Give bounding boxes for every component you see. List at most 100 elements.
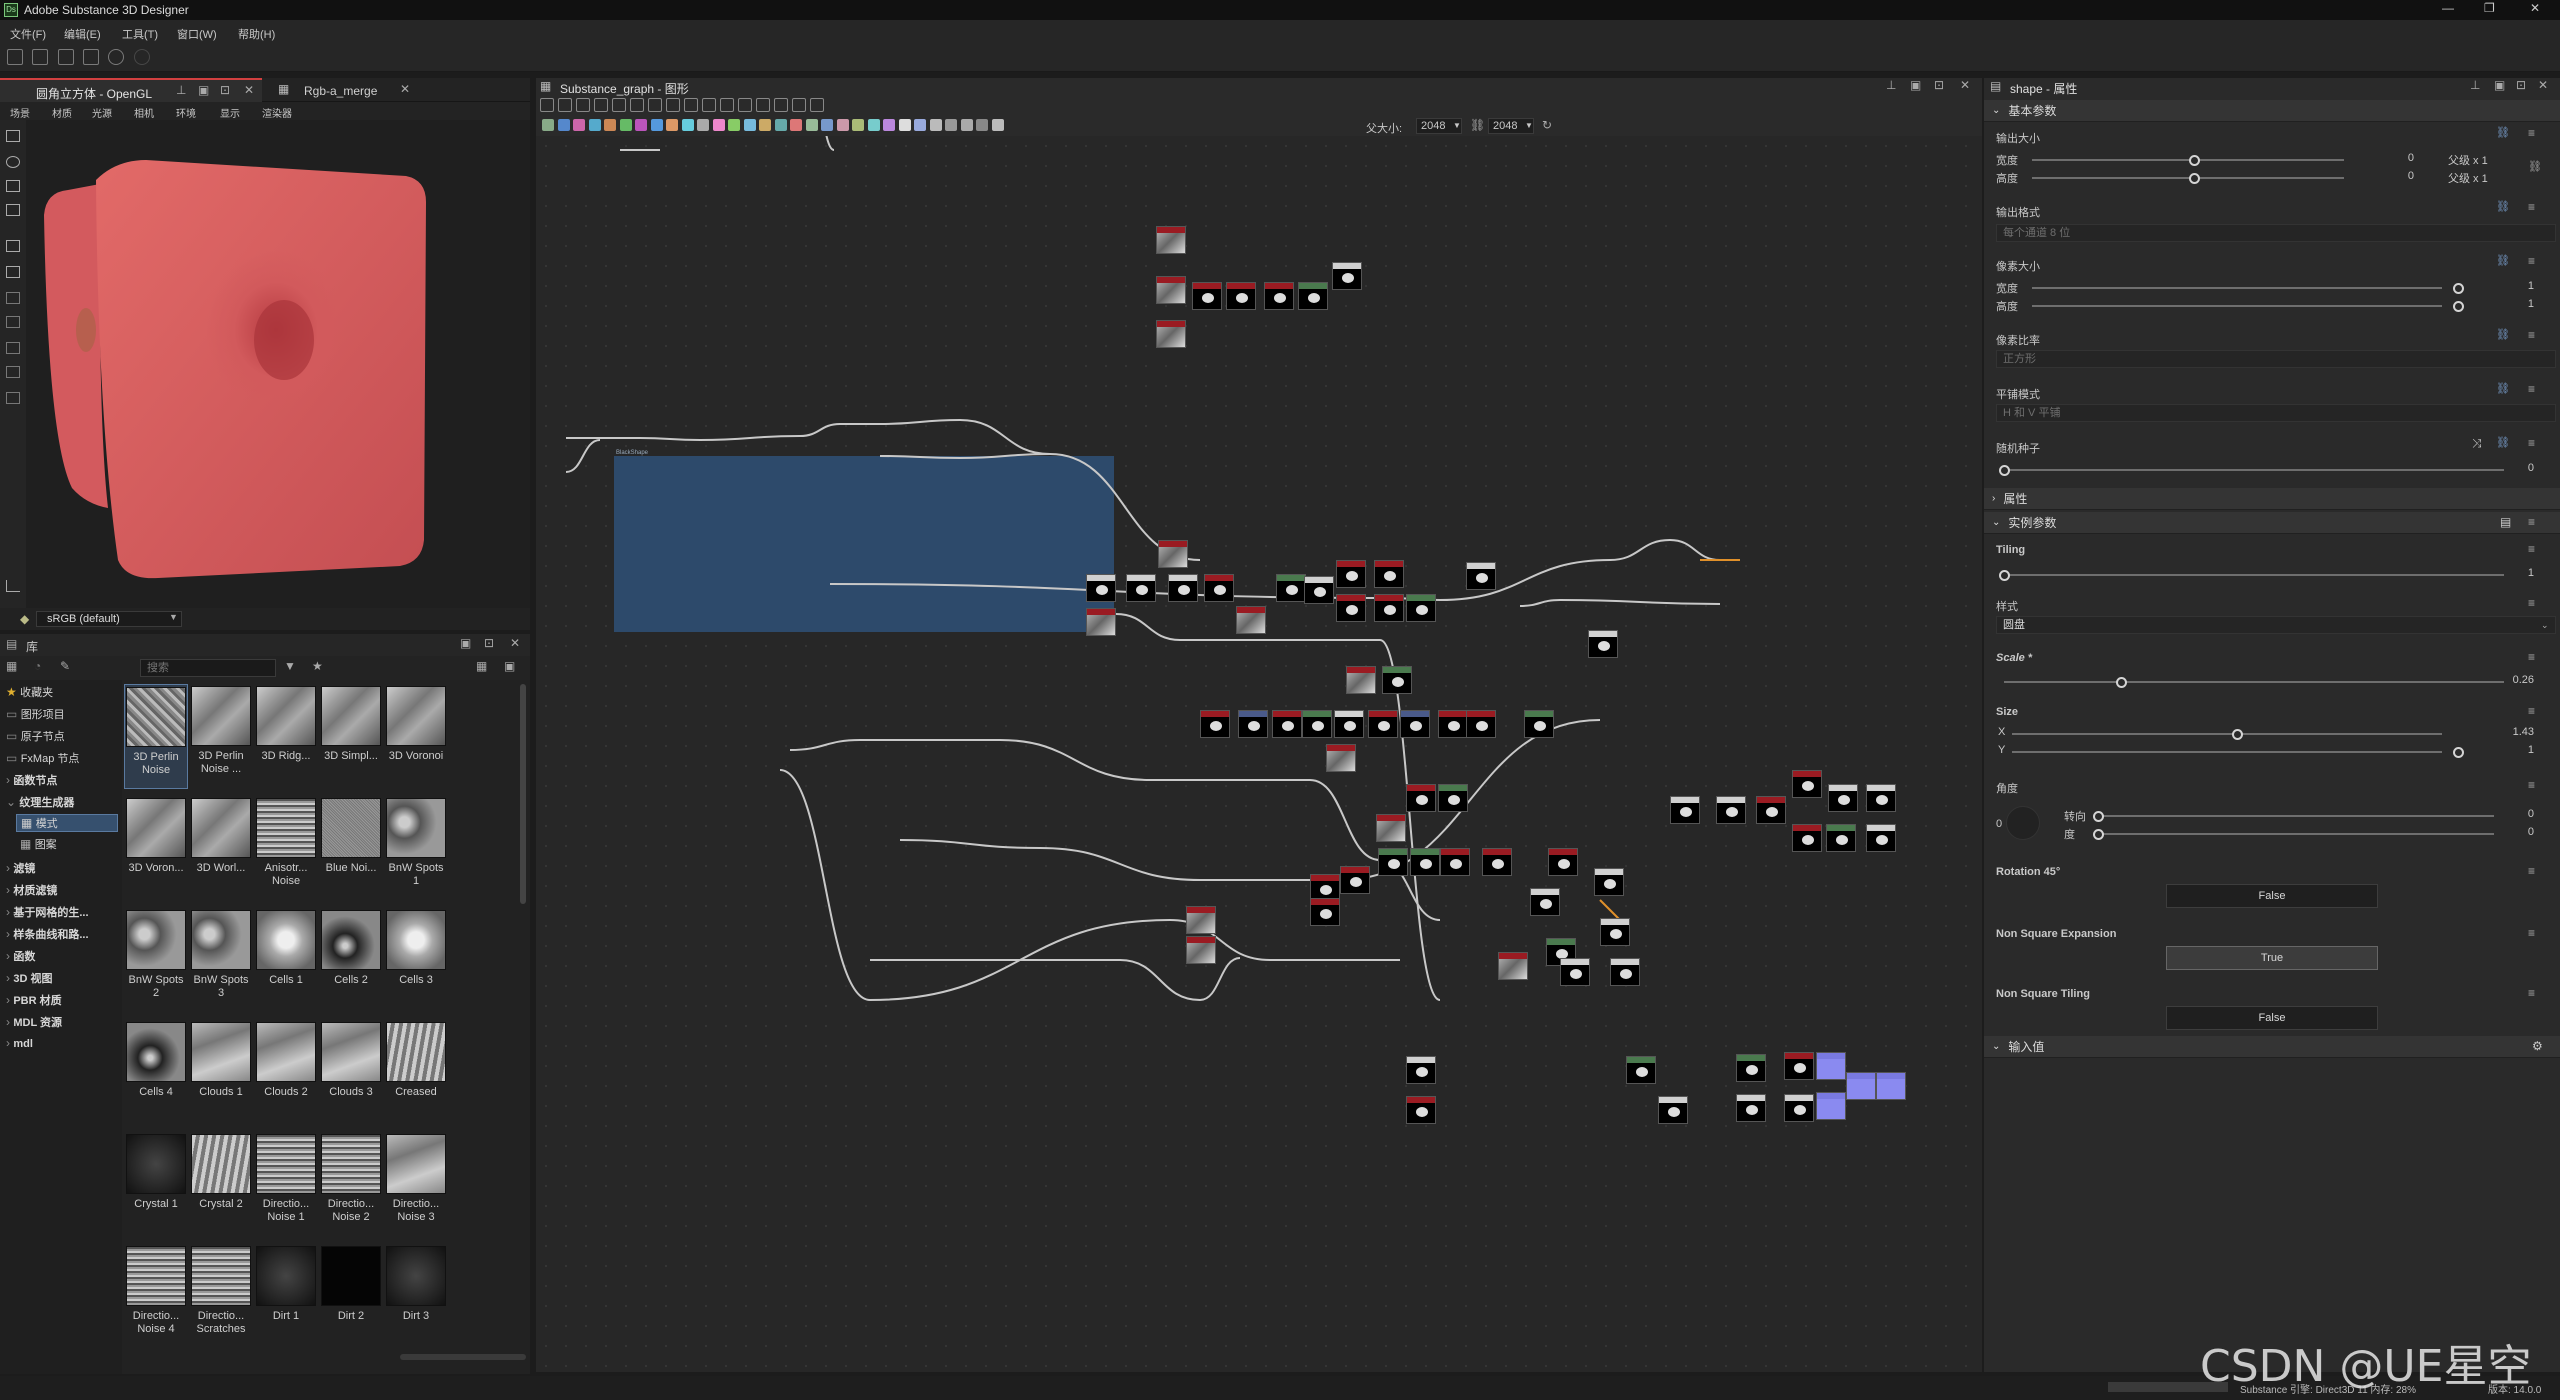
link-icon[interactable]: ⛓ [1470, 118, 1485, 132]
angle-dial[interactable] [2006, 806, 2040, 840]
size-y-knob[interactable] [2453, 747, 2464, 758]
atomic-node-icon[interactable] [697, 119, 709, 131]
library-item[interactable]: Cells 2 [319, 908, 383, 1013]
size-x-slider[interactable] [2012, 733, 2442, 735]
atomic-node-icon[interactable] [666, 119, 678, 131]
graph-tool-icon[interactable] [810, 98, 824, 112]
section-basic-params[interactable]: ⌄ 基本参数 [1984, 100, 2560, 122]
graph-node[interactable] [1588, 630, 1618, 658]
tree-item-fxmap-nodes[interactable]: ▭ FxMap 节点 [6, 750, 79, 766]
library-item[interactable]: 3D Voron... [124, 796, 188, 901]
graph-tool-icon[interactable] [666, 98, 680, 112]
library-item[interactable]: Blue Noi... [319, 796, 383, 901]
reset-size-icon[interactable]: ↻ [1542, 118, 1552, 132]
graph-node[interactable] [1530, 888, 1560, 916]
new-graph-icon[interactable] [7, 49, 23, 65]
graph-node[interactable] [1792, 770, 1822, 798]
viewport-menu-material[interactable]: 材质 [52, 105, 72, 120]
graph-node[interactable] [1406, 594, 1436, 622]
menu-icon[interactable]: ≡ [2528, 926, 2535, 940]
tree-item-graph-items[interactable]: ▭ 图形项目 [6, 706, 65, 722]
graph-node[interactable] [1406, 1096, 1436, 1124]
library-item[interactable]: Directio... Noise 1 [254, 1132, 318, 1237]
camera-tool-icon[interactable] [6, 130, 20, 142]
settings-icon[interactable]: ⚙ [2532, 1039, 2543, 1053]
pixel-height-slider[interactable] [2032, 305, 2442, 307]
library-item[interactable]: Cells 1 [254, 908, 318, 1013]
graph-node[interactable] [1466, 562, 1496, 590]
favorite-filter-icon[interactable]: ★ [312, 659, 323, 673]
graph-node[interactable] [1346, 666, 1376, 694]
rotation45-toggle[interactable]: False [2166, 884, 2378, 908]
library-edit-icon[interactable]: ✎ [60, 659, 70, 673]
tree-item-3d-view[interactable]: › 3D 视图 [6, 970, 52, 986]
library-item[interactable]: Cells 3 [384, 908, 448, 1013]
atomic-node-icon[interactable] [960, 119, 973, 131]
size-y-value[interactable]: 1 [2494, 744, 2534, 756]
section-inputs[interactable]: ⌄ 输入值 ⚙ [1984, 1036, 2560, 1058]
restore-icon[interactable]: ❐ [2484, 1, 2495, 15]
tab-viewport-opengl[interactable]: 圆角立方体 - OpenGL ⊥ ▣ ⊡ ✕ [0, 78, 262, 102]
output-width-mode[interactable]: 父级 x 1 [2448, 152, 2488, 168]
menu-icon[interactable]: ≡ [2528, 596, 2535, 610]
library-item[interactable]: Dirt 1 [254, 1244, 318, 1349]
atomic-node-icon[interactable] [805, 119, 818, 131]
graph-node[interactable] [1168, 574, 1198, 602]
angle-turns-knob[interactable] [2093, 811, 2104, 822]
library-item[interactable]: 3D Perlin Noise [124, 684, 188, 789]
graph-node[interactable] [1126, 574, 1156, 602]
tiling-mode-select[interactable]: H 和 V 平铺 [1996, 404, 2556, 422]
graph-node[interactable] [1816, 1092, 1846, 1120]
angle-turns-value[interactable]: 0 [2504, 808, 2534, 820]
viewport-menu-display[interactable]: 显示 [220, 105, 240, 120]
list-view-icon[interactable]: ▣ [504, 659, 515, 673]
graph-node[interactable] [1186, 906, 1216, 934]
new-package-icon[interactable] [32, 49, 49, 65]
graph-tool-icon[interactable] [648, 98, 662, 112]
pixel-height-value[interactable]: 1 [2504, 298, 2534, 310]
output-height-slider[interactable] [2032, 177, 2344, 179]
library-item[interactable]: Dirt 3 [384, 1244, 448, 1349]
graph-node[interactable] [1866, 824, 1896, 852]
library-item[interactable]: Cells 4 [124, 1020, 188, 1125]
graph-node[interactable] [1784, 1052, 1814, 1080]
graph-node[interactable] [1524, 710, 1554, 738]
link-icon[interactable]: ⛓ [2496, 436, 2510, 449]
close-icon[interactable]: ✕ [2530, 1, 2540, 15]
float-icon[interactable]: ▣ [198, 83, 209, 97]
graph-node[interactable] [1716, 796, 1746, 824]
atomic-node-icon[interactable] [914, 119, 926, 131]
menu-icon[interactable]: ≡ [2528, 436, 2535, 450]
library-item[interactable]: Directio... Noise 4 [124, 1244, 188, 1349]
atomic-node-icon[interactable] [898, 119, 911, 131]
menu-tools[interactable]: 工具(T) [122, 26, 158, 42]
section-attributes[interactable]: › 属性 [1984, 488, 2560, 510]
graph-node[interactable] [1238, 710, 1268, 738]
stats-tool-icon[interactable] [6, 392, 20, 404]
library-scrollbar[interactable] [520, 684, 526, 904]
size-y-slider[interactable] [2012, 751, 2442, 753]
atomic-node-icon[interactable] [588, 119, 601, 131]
graph-node[interactable] [1866, 784, 1896, 812]
axes-icon[interactable] [6, 580, 20, 592]
graph-node[interactable] [1200, 710, 1230, 738]
atomic-node-icon[interactable] [650, 119, 663, 131]
float-icon[interactable]: ▣ [1910, 78, 1921, 92]
library-item[interactable]: Clouds 2 [254, 1020, 318, 1125]
graph-node[interactable] [1086, 608, 1116, 636]
graph-node[interactable] [1548, 848, 1578, 876]
link-icon[interactable]: ⛓ [2496, 382, 2510, 395]
atomic-node-icon[interactable] [712, 119, 725, 131]
menu-icon[interactable]: ≡ [2528, 382, 2535, 396]
atomic-node-icon[interactable] [774, 119, 787, 131]
output-height-value[interactable]: 0 [2384, 170, 2414, 182]
graph-node[interactable] [1374, 594, 1404, 622]
atomic-node-icon[interactable] [542, 119, 554, 131]
tree-item-material-filters[interactable]: › 材质滤镜 [6, 882, 57, 898]
graph-tool-icon[interactable] [558, 98, 572, 112]
close-icon[interactable]: ✕ [400, 82, 410, 96]
menu-icon[interactable]: ≡ [2528, 328, 2535, 342]
grid-view-icon[interactable]: ▦ [476, 659, 487, 673]
link-icon[interactable]: ⛓ [2496, 200, 2510, 213]
library-item[interactable]: 3D Voronoi [384, 684, 448, 789]
